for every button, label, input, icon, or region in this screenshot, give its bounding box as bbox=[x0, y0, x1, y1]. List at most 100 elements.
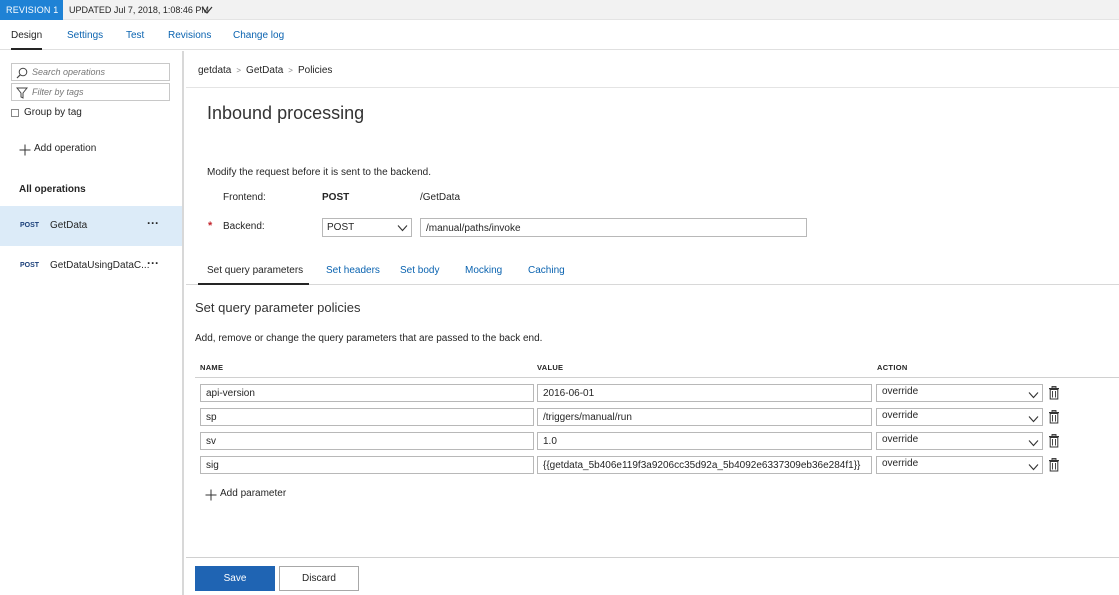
chevron-down-icon bbox=[1028, 464, 1039, 471]
top-tabs: Design Settings Test Revisions Change lo… bbox=[0, 20, 1119, 50]
action-value: override bbox=[882, 434, 919, 445]
section-title: Set query parameter policies bbox=[195, 300, 361, 315]
tab-caching[interactable]: Caching bbox=[528, 265, 565, 276]
footer-divider bbox=[186, 557, 1119, 558]
table-header-divider bbox=[195, 377, 1119, 378]
tab-change-log[interactable]: Change log bbox=[233, 20, 284, 50]
search-operations-box[interactable] bbox=[11, 63, 170, 81]
group-by-tag-label: Group by tag bbox=[24, 107, 82, 118]
breadcrumb-item[interactable]: Policies bbox=[298, 65, 332, 76]
page-title: Inbound processing bbox=[207, 103, 365, 123]
param-value-field[interactable]: /triggers/manual/run bbox=[537, 408, 872, 426]
frontend-label: Frontend: bbox=[223, 192, 266, 203]
backend-url-field[interactable]: /manual/paths/invoke bbox=[420, 218, 807, 237]
backend-url-value: /manual/paths/invoke bbox=[426, 223, 521, 234]
all-operations-item[interactable]: All operations bbox=[19, 184, 86, 195]
required-marker: * bbox=[208, 220, 213, 232]
param-value: 2016-06-01 bbox=[543, 388, 595, 399]
param-name-field[interactable]: sig bbox=[200, 456, 534, 474]
chevron-down-icon bbox=[397, 225, 408, 232]
table-row: sv 1.0 override bbox=[186, 432, 1119, 451]
add-parameter-label: Add parameter bbox=[220, 488, 287, 499]
column-header-value: VALUE bbox=[537, 363, 564, 372]
filter-tags-input[interactable] bbox=[32, 85, 166, 99]
param-value-field[interactable]: 1.0 bbox=[537, 432, 872, 450]
active-tab-indicator bbox=[198, 283, 309, 285]
param-name: sig bbox=[206, 460, 219, 471]
param-value-field[interactable]: {{getdata_5b406e119f3a9206cc35d92a_5b409… bbox=[537, 456, 872, 474]
tab-revisions[interactable]: Revisions bbox=[168, 20, 211, 50]
breadcrumb-separator: > bbox=[288, 66, 293, 75]
action-value: override bbox=[882, 458, 919, 469]
param-name: api-version bbox=[206, 388, 255, 399]
policy-editor: getdata > GetData > Policies Inbound process… bbox=[186, 51, 1119, 595]
delete-icon[interactable] bbox=[1048, 434, 1060, 448]
param-value: 1.0 bbox=[543, 436, 557, 447]
delete-icon[interactable] bbox=[1048, 386, 1060, 400]
table-row: sig {{getdata_5b406e119f3a9206cc35d92a_5… bbox=[186, 456, 1119, 475]
chevron-down-icon bbox=[1028, 392, 1039, 399]
frontend-method: POST bbox=[322, 192, 350, 203]
save-button[interactable]: Save bbox=[195, 566, 275, 591]
param-name-field[interactable]: api-version bbox=[200, 384, 534, 402]
tab-settings[interactable]: Settings bbox=[67, 20, 103, 50]
operation-name: GetData bbox=[50, 220, 88, 231]
action-select[interactable]: override bbox=[876, 432, 1043, 450]
backend-label: Backend: bbox=[223, 221, 265, 232]
action-select[interactable]: override bbox=[876, 384, 1043, 402]
tab-set-query-parameters[interactable]: Set query parameters bbox=[207, 265, 303, 276]
revision-updated-text[interactable]: UPDATED Jul 7, 2018, 1:08:46 PM bbox=[69, 0, 209, 20]
tab-design[interactable]: Design bbox=[11, 20, 43, 50]
operation-item-getdatausingdatac[interactable]: POST GetDataUsingDataC... ··· bbox=[0, 246, 182, 286]
delete-icon[interactable] bbox=[1048, 410, 1060, 424]
policy-tabs: Set query parameters Set headers Set bod… bbox=[186, 258, 1119, 285]
plus-icon bbox=[19, 144, 31, 156]
tab-test[interactable]: Test bbox=[126, 20, 144, 50]
operation-name: GetDataUsingDataC... bbox=[50, 260, 150, 271]
breadcrumb: getdata > GetData > Policies bbox=[198, 65, 332, 76]
param-value: /triggers/manual/run bbox=[543, 412, 632, 423]
action-select[interactable]: override bbox=[876, 456, 1043, 474]
column-header-name: NAME bbox=[200, 363, 224, 372]
table-row: sp /triggers/manual/run override bbox=[186, 408, 1119, 427]
search-icon bbox=[16, 67, 28, 79]
param-name: sp bbox=[206, 412, 217, 423]
action-value: override bbox=[882, 410, 919, 421]
param-value-field[interactable]: 2016-06-01 bbox=[537, 384, 872, 402]
param-name-field[interactable]: sp bbox=[200, 408, 534, 426]
breadcrumb-item[interactable]: GetData bbox=[246, 65, 283, 76]
revision-bar: REVISION 1 UPDATED Jul 7, 2018, 1:08:46 … bbox=[0, 0, 1119, 20]
frontend-path: /GetData bbox=[420, 192, 461, 203]
filter-tags-box[interactable] bbox=[11, 83, 170, 101]
revision-badge[interactable]: REVISION 1 bbox=[0, 0, 63, 20]
section-description: Add, remove or change the query paramete… bbox=[195, 333, 543, 344]
tab-set-body[interactable]: Set body bbox=[400, 265, 439, 276]
tab-set-headers[interactable]: Set headers bbox=[326, 265, 380, 276]
operations-sidebar: Group by tag Add operation All operation… bbox=[0, 51, 184, 595]
method-badge: POST bbox=[20, 262, 40, 269]
breadcrumb-item[interactable]: getdata bbox=[198, 65, 231, 76]
action-select[interactable]: override bbox=[876, 408, 1043, 426]
chevron-down-icon[interactable] bbox=[201, 5, 213, 15]
chevron-down-icon bbox=[1028, 440, 1039, 447]
search-operations-input[interactable] bbox=[32, 65, 166, 79]
param-name-field[interactable]: sv bbox=[200, 432, 534, 450]
more-options-icon[interactable]: ··· bbox=[147, 256, 159, 270]
column-header-action: ACTION bbox=[877, 363, 908, 372]
discard-button[interactable]: Discard bbox=[279, 566, 359, 591]
divider bbox=[186, 87, 1119, 88]
plus-icon bbox=[205, 489, 217, 501]
filter-icon bbox=[16, 87, 28, 99]
backend-method-value: POST bbox=[327, 222, 355, 233]
add-operation-label: Add operation bbox=[34, 143, 97, 154]
param-name: sv bbox=[206, 436, 216, 447]
tab-mocking[interactable]: Mocking bbox=[465, 265, 502, 276]
delete-icon[interactable] bbox=[1048, 458, 1060, 472]
group-by-tag-checkbox[interactable] bbox=[11, 109, 19, 117]
action-value: override bbox=[882, 386, 919, 397]
backend-method-select[interactable]: POST bbox=[322, 218, 412, 237]
table-row: api-version 2016-06-01 override bbox=[186, 384, 1119, 403]
operation-item-getdata[interactable]: POST GetData ··· bbox=[0, 206, 182, 246]
more-options-icon[interactable]: ··· bbox=[147, 216, 159, 230]
chevron-down-icon bbox=[1028, 416, 1039, 423]
